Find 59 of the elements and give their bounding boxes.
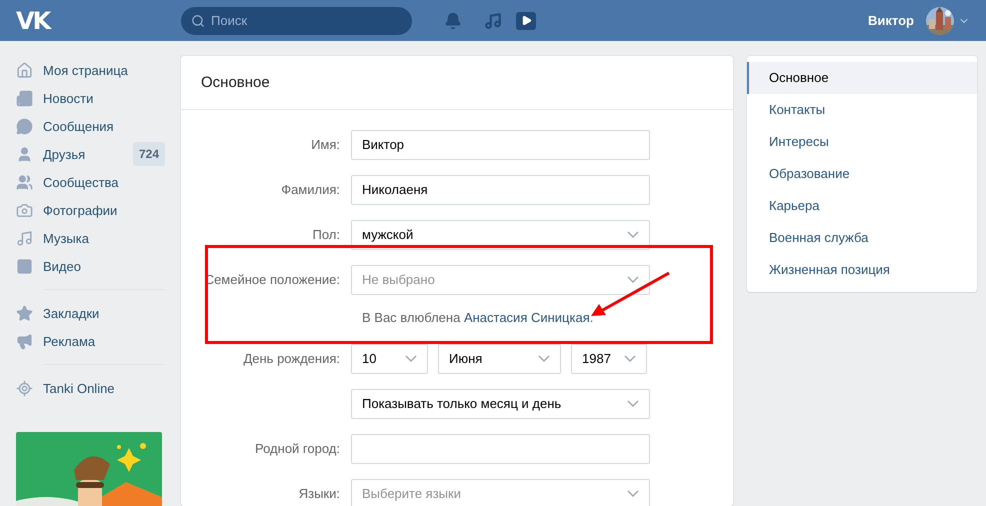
home-icon (16, 62, 33, 78)
chevron-icon (627, 400, 639, 407)
star-icon (16, 304, 33, 322)
sidebar-item[interactable]: Сообщения (16, 112, 165, 140)
sidebar-item[interactable]: Моя страница (16, 56, 165, 84)
person-icon (16, 146, 33, 162)
notice-text: В Вас влюблена Анастасия Синицкая. (361, 310, 594, 324)
target-icon (16, 380, 33, 396)
dropdown[interactable]: 1987 (571, 344, 647, 374)
chevron-icon (627, 231, 639, 238)
dropdown[interactable]: мужской (351, 220, 650, 250)
menu-item[interactable]: Основное (747, 62, 977, 94)
search-icon (191, 14, 205, 28)
chevron-icon (624, 355, 636, 362)
sidebar-item[interactable]: Реклама (16, 327, 165, 355)
card-title: Основное (181, 56, 733, 110)
chevron-icon (405, 355, 417, 362)
counter-badge: 724 (132, 142, 165, 166)
field-label: Родной город: (254, 441, 341, 456)
play-icon[interactable] (516, 12, 536, 30)
profile-link[interactable]: Анастасия Синицкая (464, 310, 590, 324)
menu-item[interactable]: Жизненная позиция (747, 254, 977, 286)
bell-icon[interactable] (444, 12, 462, 30)
menu-item[interactable]: Военная служба (747, 222, 977, 254)
sidebar-item[interactable]: Новости (16, 84, 165, 112)
music-note-icon (16, 230, 33, 246)
sidebar-item[interactable]: Видео (16, 252, 165, 280)
field-label: День рождения: (242, 351, 341, 366)
dropdown[interactable]: 10 (351, 344, 428, 374)
input-field[interactable]: Николаеня (351, 174, 650, 204)
music-note-icon[interactable] (484, 12, 502, 30)
menu-item[interactable]: Карьера (747, 190, 977, 222)
chevron-icon (627, 490, 639, 497)
sidebar-item[interactable]: Tanki Online (16, 374, 165, 402)
megaphone-icon (16, 332, 33, 350)
chevron-icon (538, 355, 550, 362)
menu-item[interactable]: Контакты (747, 94, 977, 126)
menu-item[interactable]: Интересы (747, 126, 977, 158)
field-label: Языки: (298, 486, 341, 501)
input-field[interactable] (351, 434, 650, 464)
chevron-icon (627, 276, 639, 283)
camera-icon (16, 202, 33, 218)
sidebar-item[interactable]: Музыка (16, 224, 165, 252)
chat-icon (16, 118, 33, 134)
field-label: Пол: (312, 227, 341, 242)
vk-logo[interactable]: VK (0, 6, 181, 34)
menu-item[interactable]: Образование (747, 158, 977, 190)
field-label: Имя: (310, 137, 341, 152)
sidebar-item[interactable]: Сообщества (16, 168, 165, 196)
sidebar-item[interactable]: Друзья 724 (16, 140, 165, 168)
sidebar-item[interactable]: Фотографии (16, 196, 165, 224)
sidebar-item[interactable]: Закладки (16, 299, 165, 327)
field-label: Фамилия: (280, 182, 341, 197)
dropdown[interactable]: Июня (438, 344, 561, 374)
input-field[interactable]: Виктор (351, 130, 650, 160)
dropdown[interactable]: Показывать только месяц и день (351, 388, 650, 418)
search-field[interactable]: Поиск (181, 6, 412, 34)
user-name[interactable]: Виктор (868, 13, 914, 28)
people-icon (16, 174, 33, 190)
